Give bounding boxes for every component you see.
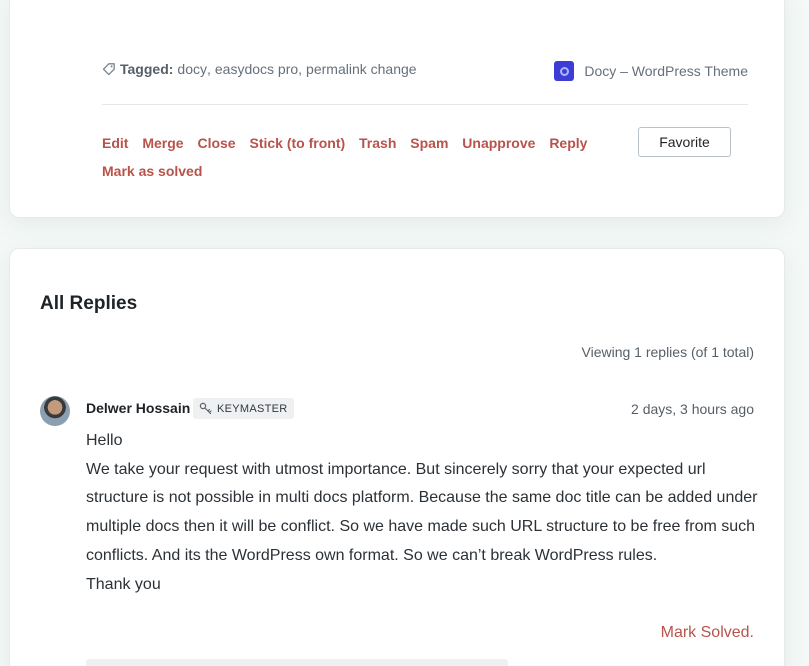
reply-footer-bar: [86, 659, 508, 666]
topic-meta-row: Tagged: docy, easydocs pro, permalink ch…: [102, 61, 748, 81]
forum-link[interactable]: Docy – WordPress Theme: [554, 61, 748, 81]
trash-link[interactable]: Trash: [359, 129, 396, 157]
tag-link-easydocs-pro[interactable]: easydocs pro: [215, 61, 298, 77]
replies-card: All Replies Viewing 1 replies (of 1 tota…: [9, 248, 785, 666]
topic-card: Tagged: docy, easydocs pro, permalink ch…: [9, 0, 785, 218]
tag-link-permalink-change[interactable]: permalink change: [306, 61, 417, 77]
reply-paragraph: Hello: [86, 432, 123, 449]
reply-timestamp[interactable]: 2 days, 3 hours ago: [631, 401, 754, 417]
tagged-label: Tagged:: [120, 61, 174, 77]
spam-link[interactable]: Spam: [410, 129, 448, 157]
close-link[interactable]: Close: [197, 129, 235, 157]
stick-link[interactable]: Stick (to front): [249, 129, 345, 157]
reply-paragraph: Thank you: [86, 575, 161, 593]
author-name[interactable]: Delwer Hossain: [86, 400, 190, 416]
role-badge: KEYMASTER: [193, 398, 294, 419]
role-label: KEYMASTER: [217, 402, 288, 415]
docy-logo-icon: [554, 61, 575, 81]
tag-link-docy[interactable]: docy: [177, 61, 207, 77]
reply-content: Hello We take your request with utmost i…: [86, 427, 758, 599]
merge-link[interactable]: Merge: [142, 129, 183, 157]
favorite-button[interactable]: Favorite: [638, 127, 731, 157]
forum-link-label: Docy – WordPress Theme: [584, 63, 748, 79]
reply-paragraph: We take your request with utmost importa…: [86, 460, 758, 564]
reply-link[interactable]: Reply: [549, 129, 587, 157]
avatar[interactable]: [40, 396, 70, 426]
divider: [102, 104, 748, 105]
mark-solved-link[interactable]: Mark Solved.: [661, 624, 754, 642]
edit-link[interactable]: Edit: [102, 129, 128, 157]
replies-title: All Replies: [40, 293, 138, 314]
topic-tags: Tagged: docy, easydocs pro, permalink ch…: [102, 61, 417, 77]
mark-as-solved-link[interactable]: Mark as solved: [102, 157, 202, 185]
replies-count: Viewing 1 replies (of 1 total): [581, 344, 755, 360]
unapprove-link[interactable]: Unapprove: [462, 129, 535, 157]
topic-admin-links: Edit Merge Close Stick (to front) Trash …: [102, 129, 602, 185]
key-icon: [199, 402, 212, 415]
tag-icon: [102, 62, 116, 76]
